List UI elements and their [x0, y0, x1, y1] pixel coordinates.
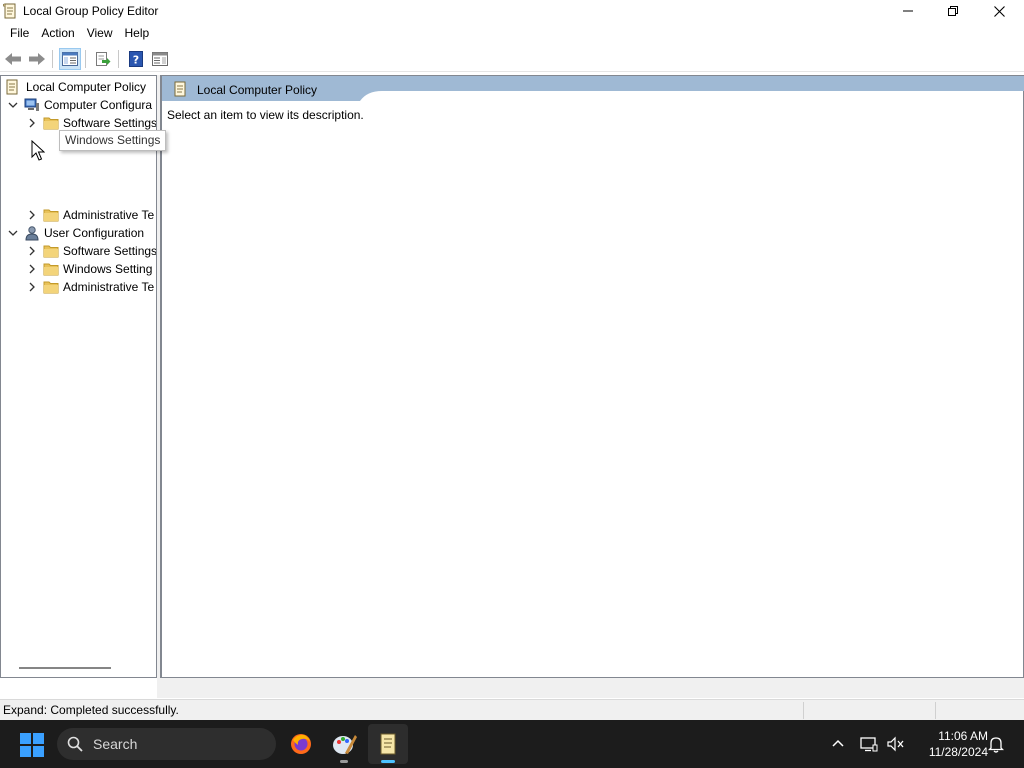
tree-item-label: Software Settings — [63, 116, 157, 130]
running-indicator — [340, 760, 348, 763]
expand-chevron-icon[interactable] — [26, 117, 38, 129]
svg-text:?: ? — [133, 53, 139, 66]
policy-scroll-icon — [174, 81, 186, 97]
folder-icon — [43, 263, 59, 276]
clock-date: 11/28/2024 — [928, 745, 988, 759]
show-hide-action-pane-button[interactable] — [149, 48, 171, 70]
toolbar: ? — [0, 46, 1024, 72]
tree-item-administrative-templates[interactable]: Administrative Te — [26, 206, 154, 224]
folder-icon — [43, 117, 59, 130]
mouse-cursor-icon — [31, 140, 45, 161]
policy-scroll-icon — [6, 79, 18, 95]
tree-item-user-windows-settings[interactable]: Windows Setting — [26, 260, 152, 278]
status-text: Expand: Completed successfully. — [3, 703, 179, 717]
window-title: Local Group Policy Editor — [23, 4, 159, 18]
menu-action[interactable]: Action — [35, 23, 80, 44]
search-label: Search — [93, 736, 138, 752]
active-indicator — [381, 760, 395, 763]
details-header-title: Local Computer Policy — [197, 83, 318, 97]
tree-item-label: Administrative Te — [63, 280, 155, 294]
expand-chevron-icon[interactable] — [26, 209, 38, 221]
menu-bar: File Action View Help — [0, 23, 1024, 44]
firefox-icon — [291, 734, 311, 754]
horizontal-scrollbar[interactable] — [1, 660, 156, 677]
toolbar-separator — [85, 49, 86, 68]
description-text: Select an item to view its description. — [167, 108, 364, 122]
back-arrow-icon — [5, 52, 21, 65]
expand-chevron-icon[interactable] — [26, 281, 38, 293]
tree-item-label: User Configuration — [44, 226, 145, 240]
help-button[interactable]: ? — [125, 48, 147, 70]
clock[interactable]: 11:06 AM 11/28/2024 — [912, 728, 988, 760]
user-icon — [25, 226, 39, 241]
tree-item-label: Windows Setting — [63, 262, 153, 276]
close-icon — [993, 5, 1005, 17]
tree-item-label: Local Computer Policy — [26, 80, 147, 94]
collapse-chevron-icon[interactable] — [7, 99, 19, 111]
restore-icon — [948, 6, 958, 16]
menu-help[interactable]: Help — [119, 23, 156, 44]
restore-button[interactable] — [930, 0, 976, 22]
notification-bell-icon[interactable] — [988, 736, 1004, 753]
minimize-icon — [903, 10, 913, 12]
action-pane-icon — [152, 51, 168, 66]
details-pane: Local Computer Policy Select an item to … — [160, 75, 1024, 678]
export-list-icon — [96, 51, 111, 66]
scrollbar-thumb[interactable] — [19, 667, 111, 669]
minimize-button[interactable] — [885, 0, 931, 22]
forward-button[interactable] — [26, 48, 48, 70]
tree-item-computer-configuration[interactable]: Computer Configura — [7, 96, 152, 114]
status-bar: Expand: Completed successfully. — [0, 699, 1024, 720]
collapse-chevron-icon[interactable] — [7, 227, 19, 239]
folder-icon — [43, 209, 59, 222]
policy-editor-icon — [380, 733, 396, 755]
status-separator — [935, 702, 936, 719]
forward-arrow-icon — [29, 52, 45, 65]
back-button[interactable] — [2, 48, 24, 70]
toolbar-separator — [52, 49, 53, 68]
taskbar-group-policy-editor[interactable] — [368, 724, 408, 764]
policy-editor-icon — [3, 3, 16, 19]
tree-item-user-administrative-templates[interactable]: Administrative Te — [26, 278, 154, 296]
title-bar: Local Group Policy Editor — [0, 0, 1024, 22]
taskbar-paint[interactable] — [324, 724, 364, 764]
folder-icon — [43, 245, 59, 258]
toolbar-separator — [118, 49, 119, 68]
paint-icon — [333, 735, 357, 754]
computer-icon — [24, 98, 39, 111]
taskbar: Search 11:06 AM 11/28/2024 — [0, 720, 1024, 768]
menu-file[interactable]: File — [0, 23, 35, 44]
console-tree-icon — [62, 51, 78, 66]
tree-item-label: Administrative Te — [63, 208, 155, 222]
search-icon — [67, 736, 83, 752]
tree-item-local-computer-policy[interactable]: Local Computer Policy — [5, 78, 146, 96]
chevron-up-icon[interactable] — [830, 736, 846, 752]
network-icon[interactable] — [860, 736, 878, 752]
tree-item-label: Computer Configura — [44, 98, 153, 112]
clock-time: 11:06 AM — [938, 729, 988, 743]
folder-icon — [43, 281, 59, 294]
help-icon: ? — [129, 50, 143, 67]
export-list-button[interactable] — [92, 48, 114, 70]
taskbar-firefox[interactable] — [281, 724, 321, 764]
expand-chevron-icon[interactable] — [26, 245, 38, 257]
expand-chevron-icon[interactable] — [26, 263, 38, 275]
taskbar-search[interactable]: Search — [57, 728, 276, 760]
tooltip: Windows Settings — [59, 130, 167, 151]
bottom-strip — [157, 678, 1024, 698]
show-hide-console-tree-button[interactable] — [59, 47, 81, 70]
volume-muted-icon[interactable] — [887, 736, 905, 752]
menu-view[interactable]: View — [81, 23, 119, 44]
windows-start-icon[interactable] — [20, 733, 44, 757]
tree-item-user-software-settings[interactable]: Software Settings — [26, 242, 157, 260]
tree-item-user-configuration[interactable]: User Configuration — [7, 224, 144, 242]
close-button[interactable] — [976, 0, 1022, 22]
tree-item-label: Software Settings — [63, 244, 157, 258]
console-tree[interactable]: Local Computer Policy Computer Configura… — [0, 75, 157, 678]
status-separator — [803, 702, 804, 719]
